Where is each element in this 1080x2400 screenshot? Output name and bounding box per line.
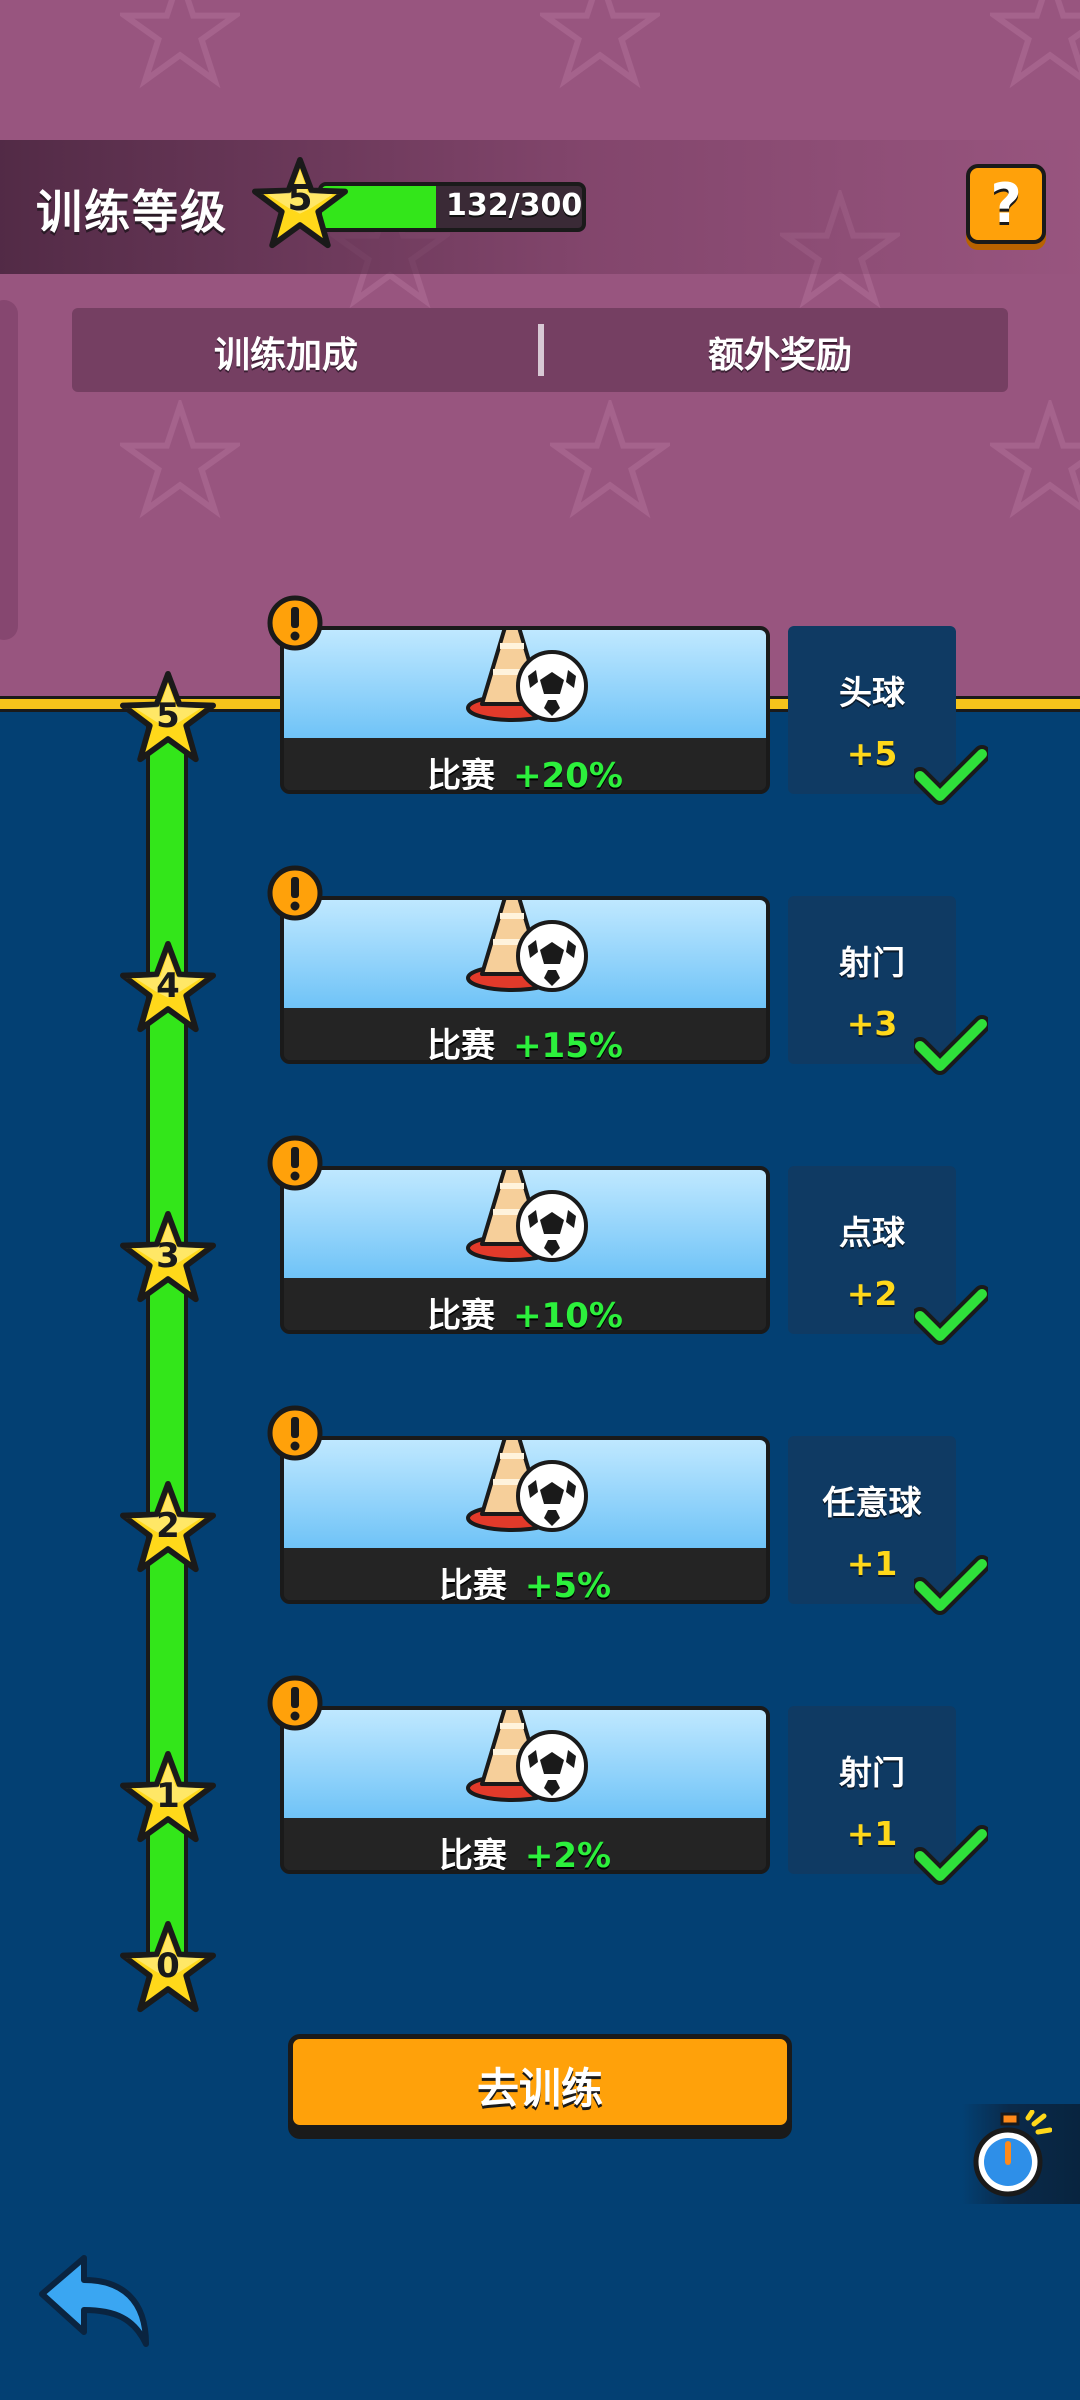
level-number: 5: [287, 178, 313, 219]
go-train-button[interactable]: 去训练: [288, 2034, 792, 2130]
card-label-bar: 比赛 +10%: [284, 1278, 766, 1334]
tab-training-bonus[interactable]: 训练加成: [214, 326, 358, 378]
alert-icon[interactable]: [266, 1134, 324, 1192]
bonus-label: 比赛: [438, 1836, 507, 1874]
track-star-number: 1: [156, 1776, 180, 1816]
alert-icon[interactable]: [266, 1674, 324, 1732]
card-label-bar: 比赛 +20%: [284, 738, 766, 794]
reward-name: 点球: [839, 1213, 905, 1252]
bonus-value: +15%: [513, 1026, 623, 1064]
help-button[interactable]: ?: [966, 164, 1046, 244]
tab-divider: [538, 324, 544, 376]
track-star-number: 3: [156, 1236, 180, 1276]
bonus-value: +10%: [513, 1296, 623, 1334]
training-cone-ball-icon: [466, 1170, 588, 1262]
decor-star-icon: [120, 400, 240, 519]
bonus-value: +20%: [513, 756, 623, 794]
card-label-bar: 比赛 +15%: [284, 1008, 766, 1064]
track-star-number: 4: [156, 966, 180, 1006]
training-bonus-card[interactable]: 比赛 +5%: [280, 1436, 770, 1604]
stopwatch-icon[interactable]: [968, 2110, 1052, 2200]
claimed-check-icon: [914, 1555, 988, 1615]
bonus-label: 比赛: [438, 1566, 507, 1604]
card-label-bar: 比赛 +2%: [284, 1818, 766, 1874]
training-cone-ball-icon: [466, 900, 588, 992]
reward-name: 任意球: [822, 1483, 922, 1522]
reward-name: 头球: [839, 673, 905, 712]
side-panel-edge: [0, 300, 18, 640]
bonus-label-row: 比赛 +20%: [284, 748, 766, 794]
decor-star-icon: [540, 0, 660, 89]
claimed-check-icon: [914, 1825, 988, 1885]
bonus-label-row: 比赛 +10%: [284, 1288, 766, 1334]
bonus-label-row: 比赛 +5%: [284, 1558, 766, 1604]
training-bonus-card[interactable]: 比赛 +20%: [280, 626, 770, 794]
back-arrow-icon[interactable]: [34, 2252, 154, 2352]
training-bonus-card[interactable]: 比赛 +2%: [280, 1706, 770, 1874]
reward-name: 射门: [839, 943, 905, 982]
xp-progress-text: 132/300: [446, 188, 583, 223]
bonus-value: +5%: [524, 1566, 612, 1604]
go-train-label: 去训练: [476, 2064, 603, 2113]
alert-icon[interactable]: [266, 864, 324, 922]
alert-icon[interactable]: [266, 594, 324, 652]
claimed-check-icon: [914, 1015, 988, 1075]
card-label-bar: 比赛 +5%: [284, 1548, 766, 1604]
page-title: 训练等级: [36, 185, 228, 239]
tab-bar: 训练加成 额外奖励: [72, 308, 1008, 392]
bonus-label: 比赛: [427, 1296, 496, 1334]
training-bonus-card[interactable]: 比赛 +15%: [280, 896, 770, 1064]
reward-name: 射门: [839, 1753, 905, 1792]
bonus-value: +2%: [524, 1836, 612, 1874]
bonus-label-row: 比赛 +15%: [284, 1018, 766, 1064]
help-question-icon: ?: [990, 172, 1022, 235]
decor-star-icon: [120, 0, 240, 89]
bonus-label-row: 比赛 +2%: [284, 1828, 766, 1874]
alert-icon[interactable]: [266, 1404, 324, 1462]
decor-star-icon: [550, 400, 670, 519]
bonus-label: 比赛: [427, 1026, 496, 1064]
claimed-check-icon: [914, 1285, 988, 1345]
training-bonus-card[interactable]: 比赛 +10%: [280, 1166, 770, 1334]
tab-extra-reward[interactable]: 额外奖励: [708, 326, 852, 378]
track-star-number: 5: [156, 696, 180, 736]
track-star-number: 2: [156, 1506, 180, 1546]
decor-star-icon: [990, 0, 1080, 89]
training-cone-ball-icon: [466, 630, 588, 722]
training-cone-ball-icon: [466, 1440, 588, 1532]
claimed-check-icon: [914, 745, 988, 805]
track-star-number: 0: [156, 1946, 180, 1986]
bonus-label: 比赛: [427, 756, 496, 794]
training-cone-ball-icon: [466, 1710, 588, 1802]
decor-star-icon: [990, 400, 1080, 519]
